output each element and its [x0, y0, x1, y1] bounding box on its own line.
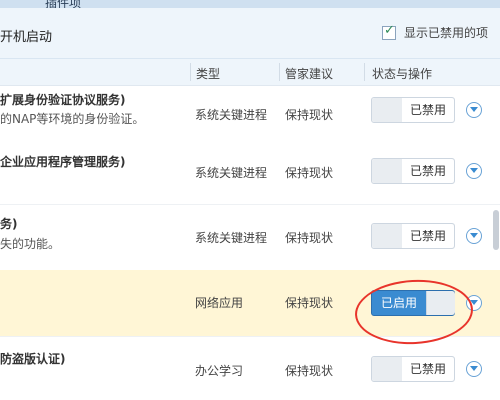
- status-toggle[interactable]: 已禁用: [371, 158, 455, 184]
- service-name: 企业应用程序管理服务): [0, 155, 126, 169]
- tab-bar: 插件项: [0, 0, 500, 10]
- table-header: 类型 管家建议 状态与操作: [0, 59, 500, 86]
- column-status: 状态与操作: [372, 67, 433, 81]
- service-advice: 保持现状: [285, 166, 334, 180]
- table-row: 企业应用程序管理服务) 系统关键进程 保持现状 已禁用: [0, 138, 500, 205]
- show-disabled-label: 显示已禁用的项: [404, 26, 489, 40]
- section-header: 开机启动 ✓ 显示已禁用的项: [0, 8, 500, 59]
- service-type: 系统关键进程: [195, 108, 268, 122]
- toggle-knob: [372, 224, 403, 248]
- column-type: 类型: [196, 67, 221, 81]
- service-description: 的NAP等环境的身份验证。: [0, 112, 145, 126]
- chevron-down-icon: [470, 366, 478, 371]
- status-label: 已禁用: [402, 98, 454, 122]
- status-toggle[interactable]: 已禁用: [371, 356, 455, 382]
- section-title: 开机启动: [0, 30, 53, 45]
- service-name: 务): [0, 217, 18, 231]
- expand-button[interactable]: [466, 228, 482, 244]
- status-toggle[interactable]: 已禁用: [371, 97, 455, 123]
- service-type: 网络应用: [195, 296, 244, 310]
- service-description: 失的功能。: [0, 237, 61, 251]
- service-type: 办公学习: [195, 364, 244, 378]
- chevron-down-icon: [470, 168, 478, 173]
- service-advice: 保持现状: [285, 231, 334, 245]
- show-disabled-toggle[interactable]: ✓ 显示已禁用的项: [382, 22, 489, 41]
- table-row: 务) 失的功能。 系统关键进程 保持现状 已禁用: [0, 205, 500, 272]
- toggle-knob: [372, 98, 403, 122]
- status-label: 已禁用: [402, 224, 454, 248]
- toggle-knob: [372, 159, 403, 183]
- show-disabled-checkbox[interactable]: ✓: [382, 22, 396, 40]
- scrollbar[interactable]: [493, 210, 499, 250]
- service-advice: 保持现状: [285, 296, 334, 310]
- service-advice: 保持现状: [285, 364, 334, 378]
- expand-button[interactable]: [466, 163, 482, 179]
- chevron-down-icon: [470, 107, 478, 112]
- toggle-knob: [372, 357, 403, 381]
- column-separator: [364, 63, 365, 81]
- column-separator: [279, 63, 280, 81]
- service-type: 系统关键进程: [195, 166, 268, 180]
- column-advice: 管家建议: [285, 67, 334, 81]
- service-advice: 保持现状: [285, 108, 334, 122]
- column-separator: [190, 63, 191, 81]
- expand-button[interactable]: [466, 102, 482, 118]
- status-label: 已禁用: [402, 357, 454, 381]
- service-name: 扩展身份验证协议服务): [0, 93, 126, 107]
- chevron-down-icon: [470, 233, 478, 238]
- status-toggle[interactable]: 已禁用: [371, 223, 455, 249]
- service-type: 系统关键进程: [195, 231, 268, 245]
- check-icon: ✓: [384, 22, 395, 38]
- expand-button[interactable]: [466, 361, 482, 377]
- status-label: 已禁用: [402, 159, 454, 183]
- service-name: 防盗版认证): [0, 352, 66, 366]
- table-row: 防盗版认证) 办公学习 保持现状 已禁用: [0, 337, 500, 400]
